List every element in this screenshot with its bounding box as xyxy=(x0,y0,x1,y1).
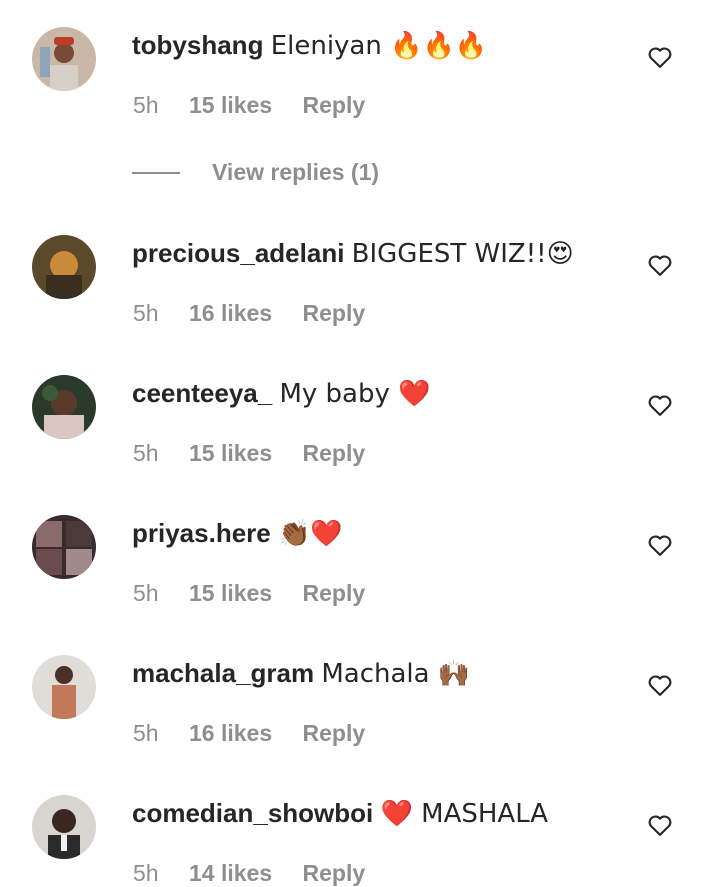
comment-likes[interactable]: 14 likes xyxy=(189,859,272,887)
comment-time: 5h xyxy=(133,92,159,118)
comment-text: ❤️ MASHALA xyxy=(380,799,549,829)
reply-button[interactable]: Reply xyxy=(303,299,366,327)
comment-text: My baby ❤️ xyxy=(279,379,431,409)
comment-text: Machala 🙌🏾 xyxy=(321,659,471,689)
comment-likes[interactable]: 16 likes xyxy=(189,719,272,747)
heart-icon[interactable] xyxy=(646,43,674,71)
heart-icon[interactable] xyxy=(646,531,674,559)
comment-username[interactable]: machala_gram xyxy=(132,658,314,688)
avatar[interactable] xyxy=(32,235,96,299)
comment-time: 5h xyxy=(133,300,159,326)
comment-meta: 5h 16 likes Reply xyxy=(133,719,365,747)
comment-text: BIGGEST WIZ!!😍 xyxy=(351,239,574,269)
comment-likes[interactable]: 16 likes xyxy=(189,299,272,327)
comment-username[interactable]: tobyshang xyxy=(132,30,263,60)
comment-time: 5h xyxy=(133,720,159,746)
reply-button[interactable]: Reply xyxy=(303,719,366,747)
reply-button[interactable]: Reply xyxy=(303,439,366,467)
comment-meta: 5h 15 likes Reply xyxy=(133,579,365,607)
comment-meta: 5h 15 likes Reply xyxy=(133,91,365,119)
comment-text: Eleniyan 🔥🔥🔥 xyxy=(270,31,488,61)
heart-icon[interactable] xyxy=(646,671,674,699)
comment-username[interactable]: comedian_showboi xyxy=(132,798,373,828)
comment-text: 👏🏾❤️ xyxy=(277,519,343,549)
comment-time: 5h xyxy=(133,440,159,466)
heart-icon[interactable] xyxy=(646,391,674,419)
heart-icon[interactable] xyxy=(646,811,674,839)
heart-icon[interactable] xyxy=(646,251,674,279)
avatar[interactable] xyxy=(32,375,96,439)
comment-time: 5h xyxy=(133,580,159,606)
comment-likes[interactable]: 15 likes xyxy=(189,579,272,607)
comment-likes[interactable]: 15 likes xyxy=(189,439,272,467)
avatar[interactable] xyxy=(32,655,96,719)
comment-likes[interactable]: 15 likes xyxy=(189,91,272,119)
comment-username[interactable]: priyas.here xyxy=(132,518,271,548)
comment-line: priyas.here 👏🏾❤️ xyxy=(132,517,343,550)
comment-meta: 5h 15 likes Reply xyxy=(133,439,365,467)
comment-meta: 5h 14 likes Reply xyxy=(133,859,365,887)
view-replies-divider xyxy=(132,172,180,174)
avatar[interactable] xyxy=(32,27,96,91)
comment-time: 5h xyxy=(133,860,159,886)
comment-username[interactable]: ceenteeya_ xyxy=(132,378,272,408)
avatar[interactable] xyxy=(32,795,96,859)
comment-line: precious_adelani BIGGEST WIZ!!😍 xyxy=(132,237,574,270)
comment-username[interactable]: precious_adelani xyxy=(132,238,344,268)
comment-line: machala_gram Machala 🙌🏾 xyxy=(132,657,470,690)
comment-line: tobyshang Eleniyan 🔥🔥🔥 xyxy=(132,29,487,62)
comment-meta: 5h 16 likes Reply xyxy=(133,299,365,327)
reply-button[interactable]: Reply xyxy=(303,859,366,887)
reply-button[interactable]: Reply xyxy=(303,91,366,119)
reply-button[interactable]: Reply xyxy=(303,579,366,607)
comment-line: ceenteeya_ My baby ❤️ xyxy=(132,377,431,410)
comment-line: comedian_showboi ❤️ MASHALA xyxy=(132,797,548,830)
view-replies-label[interactable]: View replies (1) xyxy=(212,158,379,186)
avatar[interactable] xyxy=(32,515,96,579)
